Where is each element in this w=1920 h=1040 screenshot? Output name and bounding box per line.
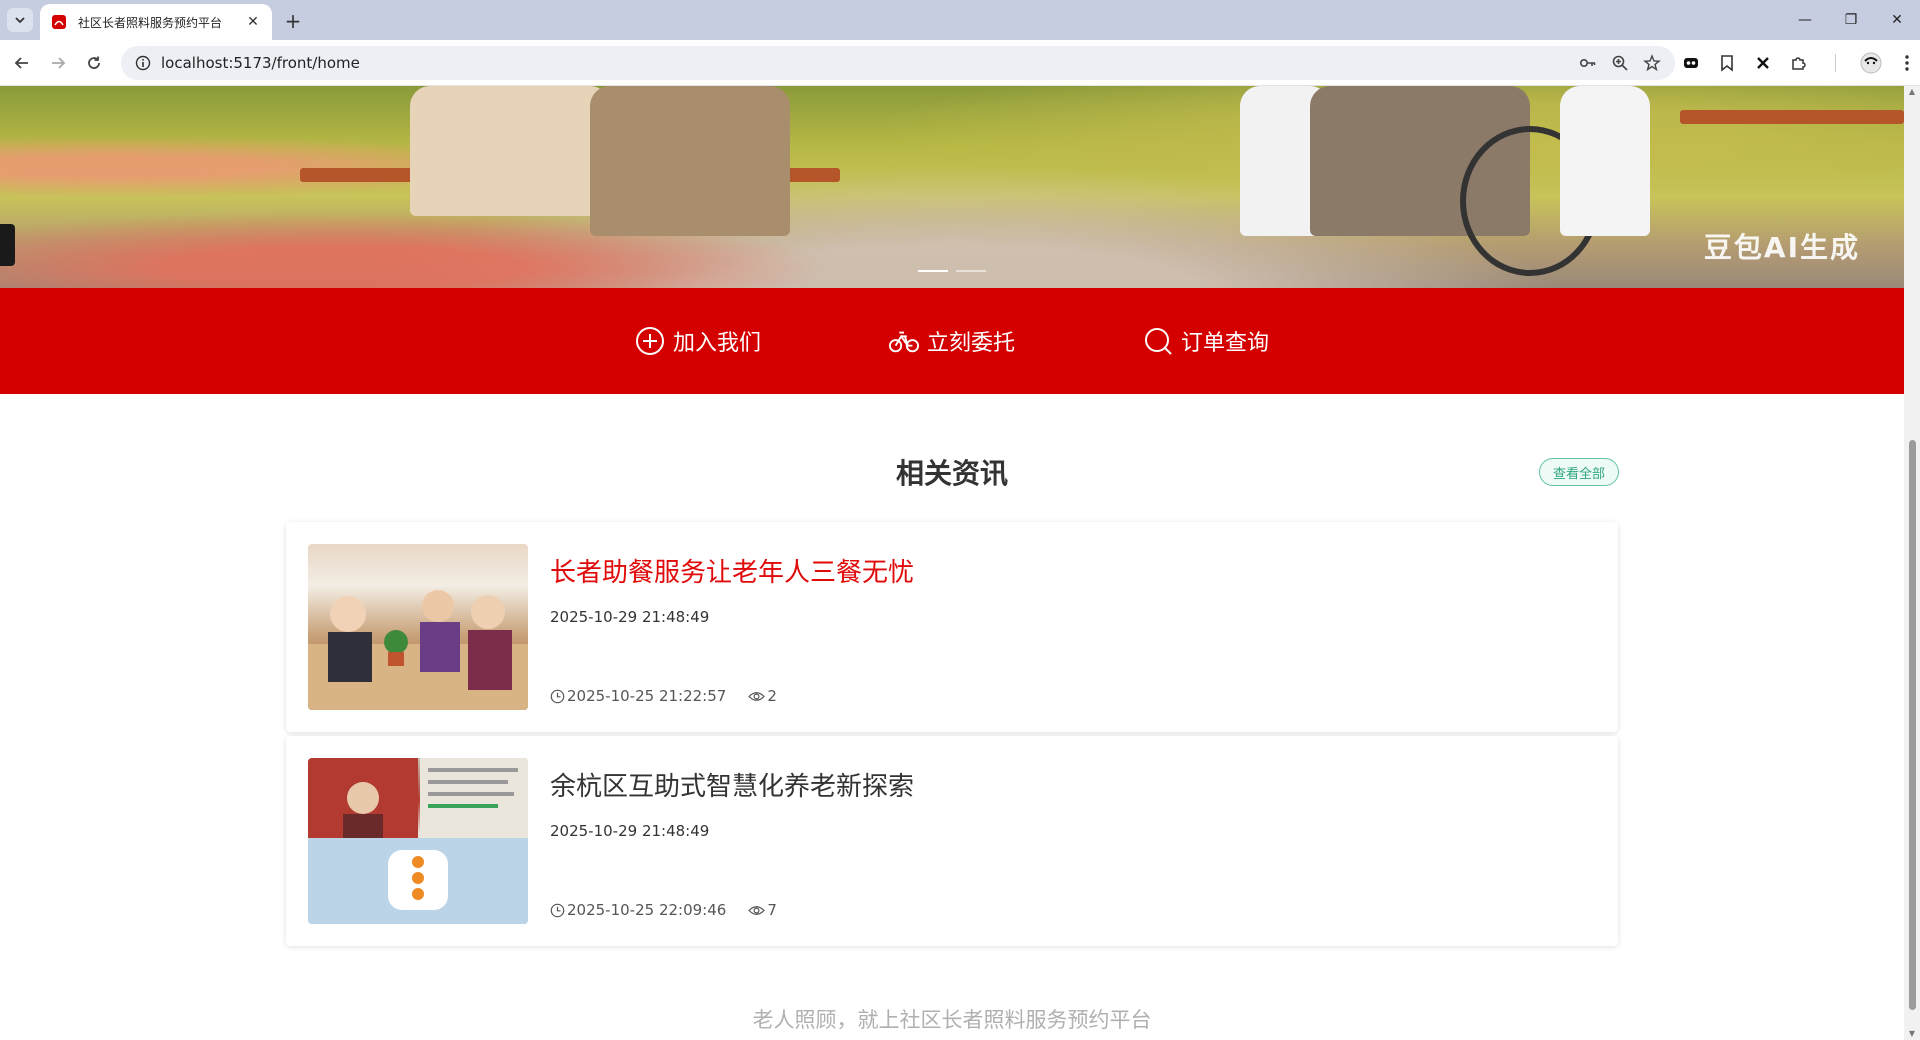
- hero-carousel[interactable]: 豆包AI生成: [0, 86, 1904, 288]
- news-title[interactable]: 余杭区互助式智慧化养老新探索: [550, 766, 914, 803]
- carousel-indicators: [918, 270, 986, 272]
- arrow-left-icon: [14, 57, 28, 69]
- toolbar-extensions: [1680, 48, 1918, 78]
- tab-close-icon[interactable]: ✕: [244, 13, 262, 31]
- extensions-puzzle-icon[interactable]: [1788, 52, 1810, 74]
- address-bar[interactable]: localhost:5173/front/home: [121, 46, 1675, 80]
- star-icon[interactable]: [1643, 54, 1661, 72]
- profile-avatar-icon[interactable]: [1860, 52, 1882, 74]
- extension-x-icon[interactable]: [1752, 52, 1774, 74]
- banner-person-5: [1560, 86, 1650, 236]
- browser-tab-strip: 社区长者照料服务预约平台 ✕ + — ❐ ✕: [0, 0, 1920, 40]
- banner-watermark: 豆包AI生成: [1703, 231, 1860, 264]
- view-count: 2: [748, 687, 777, 705]
- browser-tab-active[interactable]: 社区长者照料服务预约平台 ✕: [40, 4, 272, 40]
- publish-time-text: 2025-10-25 21:22:57: [567, 687, 727, 705]
- divider: [1824, 52, 1846, 74]
- eye-icon: [748, 905, 766, 915]
- publish-time: 2025-10-25 22:09:46: [550, 901, 726, 919]
- forward-button[interactable]: [46, 51, 70, 75]
- quick-action-bar: 加入我们 立刻委托 订单查询: [0, 288, 1904, 394]
- tab-title: 社区长者照料服务预约平台: [78, 15, 223, 30]
- page-viewport: 豆包AI生成 加入我们 立刻委托 订单查询 相关资讯 查看全部 长者助餐服务让老…: [0, 86, 1904, 1040]
- site-favicon-icon: [50, 13, 68, 31]
- side-floating-widget[interactable]: [0, 224, 15, 266]
- publish-time-text: 2025-10-25 22:09:46: [567, 901, 727, 919]
- window-controls: — ❐ ✕: [1782, 0, 1920, 40]
- news-meta: 2025-10-25 21:22:57 2: [550, 687, 777, 705]
- new-tab-button[interactable]: +: [282, 9, 304, 33]
- extension-mask-icon[interactable]: [1680, 52, 1702, 74]
- bookmark-icon[interactable]: [1716, 52, 1738, 74]
- publish-time: 2025-10-25 21:22:57: [550, 687, 726, 705]
- search-icon: [1143, 326, 1173, 356]
- news-subtitle: 2025-10-29 21:48:49: [550, 608, 710, 626]
- arrow-right-icon: [52, 57, 66, 69]
- banner-person-1: [410, 86, 610, 216]
- view-count: 7: [748, 901, 777, 919]
- clock-icon: [550, 689, 565, 703]
- banner-person-2: [590, 86, 790, 236]
- minimize-button[interactable]: —: [1782, 0, 1828, 40]
- scroll-up-arrow-icon[interactable]: ▲: [1908, 88, 1916, 96]
- news-card[interactable]: 长者助餐服务让老年人三餐无忧 2025-10-29 21:48:49 2025-…: [286, 522, 1618, 732]
- omnibox-actions: [1579, 54, 1661, 72]
- banner-bench-right: [1680, 110, 1904, 124]
- plus-circle-icon: [635, 326, 665, 356]
- scroll-thumb[interactable]: [1909, 440, 1916, 1010]
- zoom-icon[interactable]: [1611, 54, 1629, 72]
- action-label: 立刻委托: [926, 331, 1015, 356]
- carousel-dot[interactable]: [918, 270, 948, 272]
- restore-button[interactable]: ❐: [1828, 0, 1874, 40]
- action-label: 加入我们: [672, 331, 761, 356]
- eye-icon: [748, 691, 766, 701]
- scroll-down-arrow-icon[interactable]: ▼: [1908, 1030, 1916, 1038]
- page-scrollbar[interactable]: ▲ ▼: [1904, 86, 1920, 1040]
- action-order-query[interactable]: 订单查询: [1143, 325, 1269, 357]
- close-window-button[interactable]: ✕: [1874, 0, 1920, 40]
- back-button[interactable]: [10, 51, 34, 75]
- clock-icon: [550, 903, 565, 917]
- carousel-dot[interactable]: [956, 270, 986, 272]
- browser-menu-icon[interactable]: [1896, 52, 1918, 74]
- bicycle-icon: [888, 326, 919, 356]
- news-card[interactable]: 余杭区互助式智慧化养老新探索 2025-10-29 21:48:49 2025-…: [286, 736, 1618, 946]
- tab-search-button[interactable]: [7, 8, 33, 32]
- action-entrust-now[interactable]: 立刻委托: [888, 325, 1015, 357]
- news-thumbnail[interactable]: [308, 758, 528, 924]
- action-join-us[interactable]: 加入我们: [635, 325, 761, 357]
- news-title[interactable]: 长者助餐服务让老年人三餐无忧: [550, 552, 914, 589]
- footer-slogan: 老人照顾，就上社区长者照料服务预约平台: [752, 1008, 1152, 1032]
- news-meta: 2025-10-25 22:09:46 7: [550, 901, 777, 919]
- chevron-down-icon: [15, 17, 25, 24]
- action-label: 订单查询: [1181, 331, 1270, 356]
- key-icon[interactable]: [1579, 54, 1597, 72]
- browser-toolbar: localhost:5173/front/home: [0, 40, 1920, 86]
- reload-icon: [88, 56, 100, 69]
- url-text: localhost:5173/front/home: [161, 54, 360, 72]
- reload-button[interactable]: [82, 51, 106, 75]
- site-info-icon[interactable]: [135, 55, 151, 71]
- news-subtitle: 2025-10-29 21:48:49: [550, 822, 710, 840]
- news-thumbnail[interactable]: [308, 544, 528, 710]
- view-all-button[interactable]: 查看全部: [1539, 458, 1619, 486]
- view-count-text: 7: [767, 901, 777, 919]
- view-count-text: 2: [767, 687, 777, 705]
